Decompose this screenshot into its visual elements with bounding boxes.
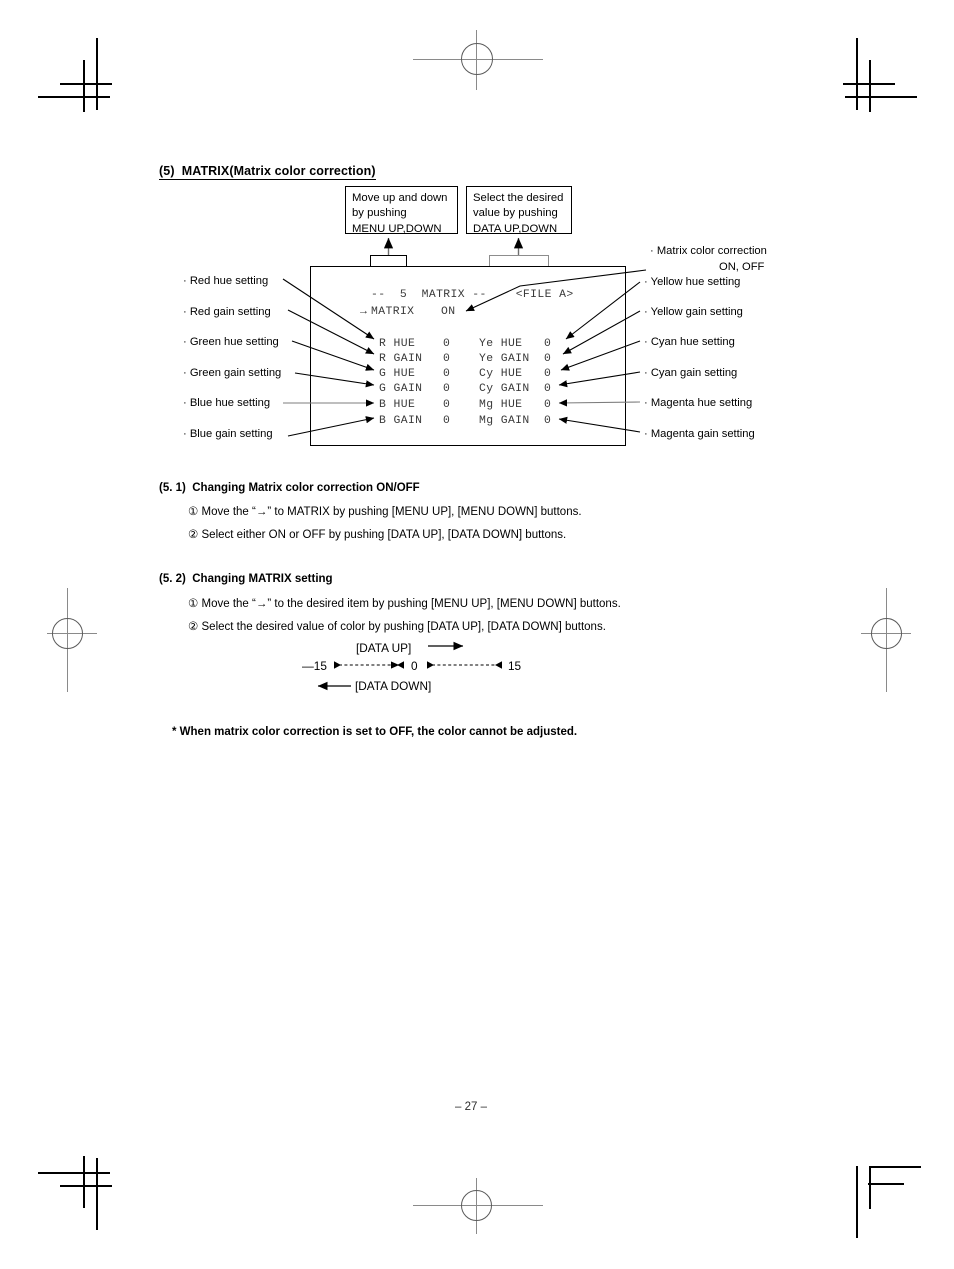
osd-right-label: Mg GAIN — [479, 415, 530, 427]
subsection-2-heading: (5. 2) Changing MATRIX setting — [159, 573, 333, 585]
osd-right-label: Ye HUE — [479, 338, 523, 350]
osd-left-label: G GAIN — [379, 383, 423, 395]
page-title: (5) MATRIX(Matrix color correction) — [159, 164, 376, 180]
step-text: Select the desired value of color by pus… — [201, 621, 606, 633]
annotation-matrix-values: ON, OFF — [719, 261, 765, 273]
osd-header-left: -- 5 MATRIX -- — [370, 289, 487, 301]
annotation-blue-gain: · Blue gain setting — [183, 428, 273, 440]
section-title-text: MATRIX(Matrix color correction) — [181, 164, 376, 178]
annotation-yellow-hue: · Yellow hue setting — [644, 276, 741, 288]
manual-page: (5) MATRIX(Matrix color correction) Move… — [0, 0, 954, 1269]
annotation-red-gain: · Red gain setting — [183, 306, 271, 318]
osd-left-value[interactable]: 0 — [443, 368, 450, 380]
osd-right-label: Mg HUE — [479, 399, 523, 411]
annotation-magenta-hue: · Magenta hue setting — [644, 397, 753, 409]
osd-left-value[interactable]: 0 — [443, 338, 450, 350]
registration-mark-bottom — [413, 1178, 543, 1234]
osd-right-value[interactable]: 0 — [544, 399, 551, 411]
range-center-value: 0 — [411, 659, 418, 673]
annotation-red-hue: · Red hue setting — [183, 275, 269, 287]
subsection-1-step-1: ① Move the “→” to MATRIX by pushing [MEN… — [188, 504, 582, 518]
annotation-green-hue: · Green hue setting — [183, 336, 279, 348]
annotation-green-gain: · Green gain setting — [183, 367, 282, 379]
osd-left-label: G HUE — [379, 368, 416, 380]
annotation-matrix-correction: · Matrix color correction — [650, 245, 767, 257]
osd-cursor-icon: → — [360, 306, 368, 318]
step-text: Select either ON or OFF by pushing [DATA… — [201, 529, 567, 541]
annotation-yellow-gain: · Yellow gain setting — [644, 306, 743, 318]
annotation-cyan-gain: · Cyan gain setting — [644, 367, 738, 379]
osd-right-value[interactable]: 0 — [544, 338, 551, 350]
osd-right-value[interactable]: 0 — [544, 368, 551, 380]
annotation-cyan-hue: · Cyan hue setting — [644, 336, 735, 348]
registration-mark-top — [413, 30, 543, 90]
step-text: Move the “→” to the desired item by push… — [201, 598, 621, 610]
annotation-magenta-gain: · Magenta gain setting — [644, 428, 755, 440]
subsection-2-step-2: ② Select the desired value of color by p… — [188, 619, 606, 633]
registration-mark-left — [38, 588, 98, 692]
step-text: Move the “→” to MATRIX by pushing [MENU … — [201, 506, 582, 518]
osd-left-label: R GAIN — [379, 353, 423, 365]
callout-menu-updown: Move up and down by pushing MENU UP,DOWN — [345, 186, 458, 235]
footnote: * When matrix color correction is set to… — [172, 726, 578, 738]
section-number: (5) — [159, 164, 175, 178]
osd-right-value[interactable]: 0 — [544, 353, 551, 365]
osd-left-value[interactable]: 0 — [443, 353, 450, 365]
subsection-1-heading: (5. 1) Changing Matrix color correction … — [159, 482, 420, 494]
page-number: – 27 – — [455, 1101, 487, 1113]
osd-left-label: B HUE — [379, 399, 416, 411]
range-data-down-label: [DATA DOWN] — [355, 679, 432, 693]
osd-left-value[interactable]: 0 — [443, 399, 450, 411]
osd-matrix-label: MATRIX — [371, 306, 415, 318]
step-marker: ② — [188, 529, 199, 541]
osd-right-value[interactable]: 0 — [544, 383, 551, 395]
annotation-blue-hue: · Blue hue setting — [183, 397, 271, 409]
osd-right-value[interactable]: 0 — [544, 415, 551, 427]
step-marker: ① — [188, 598, 199, 610]
osd-right-label: Ye GAIN — [479, 353, 530, 365]
callout-line-1: Select the desired — [473, 192, 564, 204]
osd-left-label: R HUE — [379, 338, 416, 350]
osd-header-right: <FILE A> — [515, 289, 574, 301]
callout-line-3: MENU UP,DOWN — [352, 222, 442, 235]
registration-mark-right — [857, 588, 917, 692]
callout-line-2: value by pushing — [473, 207, 558, 220]
subsection-2-step-1: ① Move the “→” to the desired item by pu… — [188, 596, 621, 610]
step-marker: ① — [188, 506, 199, 518]
osd-left-value[interactable]: 0 — [443, 383, 450, 395]
osd-left-label: B GAIN — [379, 415, 423, 427]
range-data-up-label: [DATA UP] — [356, 641, 412, 655]
callout-data-select: Select the desired value by pushing DATA… — [466, 186, 572, 235]
step-marker: ② — [188, 621, 199, 633]
osd-right-label: Cy HUE — [479, 368, 523, 380]
callout-line-3: DATA UP,DOWN — [473, 222, 558, 235]
range-max-value: 15 — [508, 659, 522, 673]
callout-line-2: by pushing — [352, 207, 407, 220]
osd-right-label: Cy GAIN — [479, 383, 530, 395]
range-min-value: —15 — [302, 659, 327, 673]
callout-line-1: Move up and down — [352, 192, 448, 204]
osd-matrix-value[interactable]: ON — [441, 306, 455, 318]
osd-left-value[interactable]: 0 — [443, 415, 450, 427]
subsection-1-step-2: ② Select either ON or OFF by pushing [DA… — [188, 527, 566, 541]
